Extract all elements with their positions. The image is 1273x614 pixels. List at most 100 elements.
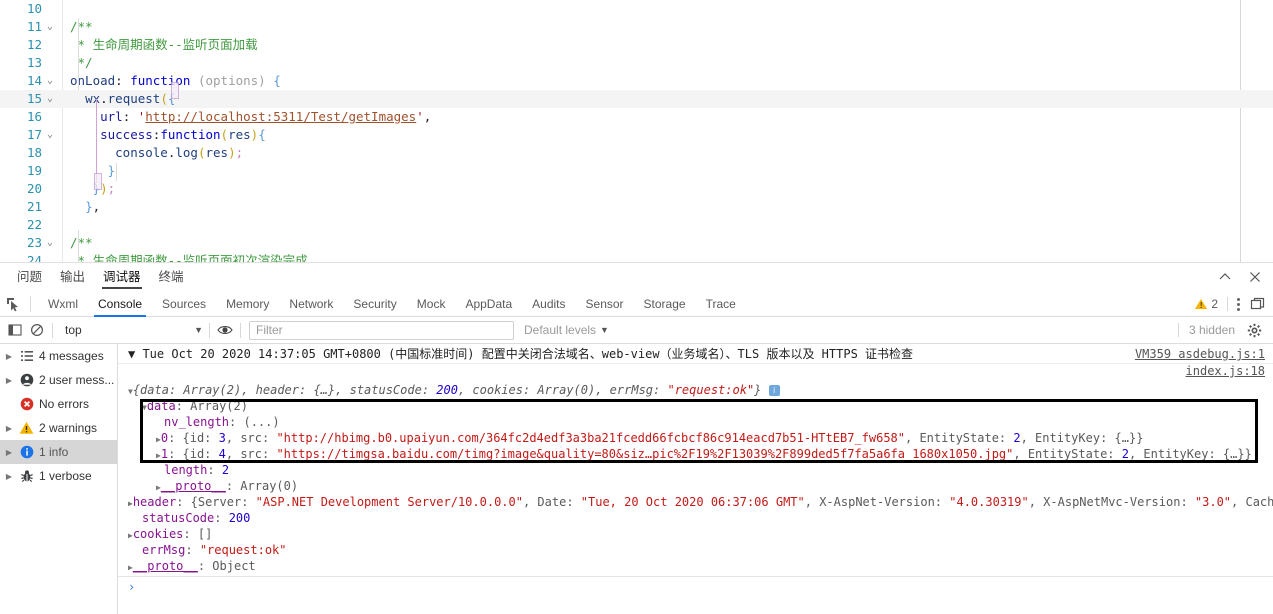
disclosure-triangle-icon[interactable]: ▶ [4, 352, 14, 361]
code-line[interactable]: 16 url: 'http://localhost:5311/Test/getI… [0, 108, 1273, 126]
code-line[interactable]: 15⌄ wx.request({ [0, 90, 1273, 108]
info-badge-icon[interactable]: i [768, 385, 780, 396]
object-tree-row[interactable]: ▶__proto__: Array(0) [118, 478, 1273, 494]
tab-trace[interactable]: Trace [696, 291, 746, 317]
dock-panel-icon[interactable] [1249, 296, 1265, 312]
code-line[interactable]: 14 ⌄ onLoad: function (options) { [0, 72, 1273, 90]
object-token: , EntityState: [1013, 447, 1122, 461]
tab-security[interactable]: Security [343, 291, 406, 317]
code-line[interactable]: 24 * 生命周期函数--监听页面初次渲染完成 [0, 252, 1273, 262]
sidebar-item-1-info[interactable]: ▶ 1 info [0, 440, 117, 464]
console-prompt-symbol[interactable]: › [128, 580, 135, 594]
code-line[interactable]: 17 ⌄ success:function(res){ [0, 126, 1273, 144]
tab-audits[interactable]: Audits [522, 291, 575, 317]
object-tree-row[interactable]: ▶1: {id: 4, src: "https://timgsa.baidu.c… [118, 446, 1273, 462]
object-tree-row[interactable]: length: 2 [118, 462, 1273, 478]
fold-toggle-icon[interactable]: ⌄ [44, 18, 56, 36]
console-output[interactable]: ▼ Tue Oct 20 2020 14:37:05 GMT+0800 (中国标… [118, 344, 1273, 614]
tab-wxml[interactable]: Wxml [38, 291, 88, 317]
code-line[interactable]: 19 } [0, 162, 1273, 180]
object-token: 4 [218, 447, 226, 461]
console-filter-bar[interactable]: top ▼ Default levels ▼ 3 hidden [0, 317, 1273, 344]
sidebar-item-label: No errors [39, 397, 90, 411]
object-tree-row[interactable]: nv_length: (...) [118, 414, 1273, 430]
clear-console-icon[interactable] [26, 319, 48, 341]
brace-match-open [171, 82, 179, 99]
code-editor[interactable]: 10 11 ⌄/** 12 * 生命周期函数--监听页面加载 13 */14 ⌄ onLoa… [0, 0, 1273, 262]
object-token: __proto__ [160, 479, 226, 493]
sidebar-item-1-verbose[interactable]: ▶ 1 verbose [0, 464, 117, 488]
sidebar-item-4-messages[interactable]: ▶ 4 messages [0, 344, 117, 368]
code-line[interactable]: 12 * 生命周期函数--监听页面加载 [0, 36, 1273, 54]
devtools-tabstrip[interactable]: Wxml Console Sources Memory Network Security M… [0, 291, 1273, 317]
tab-appdata[interactable]: AppData [455, 291, 522, 317]
filter-input[interactable] [249, 320, 514, 340]
devtools-tabs[interactable]: Wxml Console Sources Memory Network Security M… [38, 291, 746, 317]
code-line[interactable]: 21 }, [0, 198, 1273, 216]
warning-count-badge[interactable]: 2 [1195, 297, 1218, 311]
fold-toggle-icon[interactable]: ⌄ [44, 90, 56, 108]
execution-context-select[interactable]: top ▼ [59, 320, 209, 340]
code-token: { [273, 73, 281, 88]
panel-tab-item[interactable]: 问题 [8, 263, 51, 291]
fold-toggle-icon[interactable]: ⌄ [44, 72, 56, 90]
code-token: res [228, 127, 251, 142]
chevron-up-icon[interactable] [1217, 269, 1233, 285]
code-text: /** [70, 234, 93, 252]
tab-console[interactable]: Console [88, 291, 152, 317]
object-tree-row[interactable]: ▶header: {Server: "ASP.NET Development S… [118, 494, 1273, 510]
disclosure-triangle-icon[interactable]: ▶ [4, 448, 14, 457]
close-icon[interactable] [1247, 269, 1263, 285]
code-token: , [92, 199, 101, 214]
disclosure-triangle-icon[interactable]: ▶ [4, 424, 14, 433]
panel-tabstrip[interactable]: 问题 输出 调试器 终端 [8, 263, 193, 291]
code-line[interactable]: 23 ⌄ /** [0, 234, 1273, 252]
object-tree-row[interactable]: ▶__proto__: Object [118, 558, 1273, 574]
object-tree-row[interactable]: ▼data: Array(2) [118, 398, 1273, 414]
panel-tab-selected[interactable]: 调试器 [94, 263, 150, 291]
fold-toggle-icon[interactable]: ⌄ [44, 126, 56, 144]
warning-message-source[interactable]: VM359 asdebug.js:1 [1135, 344, 1265, 364]
console-sidebar-icon[interactable] [4, 319, 26, 341]
tab-storage[interactable]: Storage [634, 291, 696, 317]
code-token: console [115, 145, 168, 160]
console-sidebar[interactable]: ▶ 4 messages ▶ 2 user mess... No errors ▶ 2 wa… [0, 344, 118, 614]
sidebar-item-2-user-mess-[interactable]: ▶ 2 user mess... [0, 368, 117, 392]
sidebar-item-2-warnings[interactable]: ▶ 2 warnings [0, 416, 117, 440]
code-line[interactable]: 10 [0, 0, 1273, 18]
object-token: "https://timgsa.baidu.com/timg?image&qua… [276, 447, 1014, 461]
tab-memory[interactable]: Memory [216, 291, 279, 317]
object-tree-row[interactable]: ▼{data: Array(2), header: {…}, statusCod… [118, 382, 1273, 398]
panel-tab-item[interactable]: 终端 [150, 263, 193, 291]
code-line[interactable]: 13 */ [0, 54, 1273, 72]
disclosure-triangle-icon[interactable]: ▶ [4, 376, 14, 385]
console-warning-message[interactable]: ▼ Tue Oct 20 2020 14:37:05 GMT+0800 (中国标… [118, 344, 1273, 364]
tab-network[interactable]: Network [279, 291, 343, 317]
code-line[interactable]: 22 [0, 216, 1273, 234]
inspect-element-icon[interactable] [4, 295, 24, 313]
fold-toggle-icon[interactable]: ⌄ [44, 234, 56, 252]
bracket-guide [96, 99, 97, 183]
code-line[interactable]: 20 }); [0, 180, 1273, 198]
code-token: function [130, 73, 191, 88]
tab-mock[interactable]: Mock [407, 291, 456, 317]
panel-tab-item[interactable]: 输出 [51, 263, 94, 291]
object-tree-row[interactable]: ▶0: {id: 3, src: "http://hbimg.b0.upaiyu… [118, 430, 1273, 446]
log-level-select[interactable]: Default levels ▼ [524, 323, 609, 337]
tab-sensor[interactable]: Sensor [576, 291, 634, 317]
kebab-menu-icon[interactable] [1237, 297, 1240, 311]
object-tree-row[interactable]: ▶cookies: [] [118, 526, 1273, 542]
object-token: , X-AspNetMvc-Version: [1028, 495, 1195, 509]
object-token: , EntityKey: {…}} [1128, 447, 1252, 461]
tab-sources[interactable]: Sources [152, 291, 216, 317]
live-expression-icon[interactable] [214, 319, 236, 341]
object-tree-row[interactable]: errMsg: "request:ok" [118, 542, 1273, 558]
code-line[interactable]: 11 ⌄ /** [0, 18, 1273, 36]
code-line[interactable]: 18 console.log(res); [0, 144, 1273, 162]
disclosure-triangle-icon[interactable]: ▶ [4, 472, 14, 481]
console-object-output[interactable]: ▼{data: Array(2), header: {…}, statusCod… [118, 364, 1273, 574]
object-tree-row[interactable]: statusCode: 200 [118, 510, 1273, 526]
sidebar-item-no-errors[interactable]: No errors [0, 392, 117, 416]
gear-icon[interactable] [1243, 319, 1265, 341]
